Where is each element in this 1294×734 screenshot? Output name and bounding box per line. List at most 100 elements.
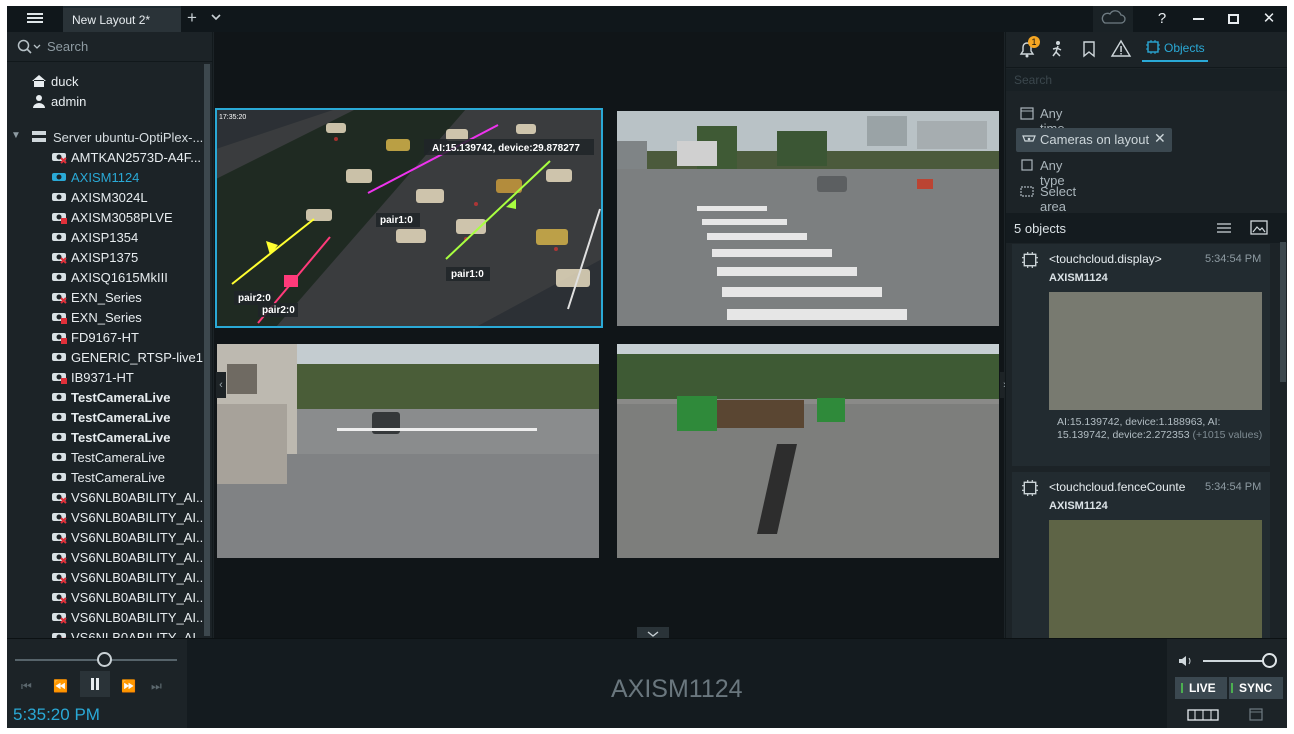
step-forward-icon[interactable]: ⏩ <box>121 679 136 693</box>
tree-camera-label: TestCameraLive <box>71 430 171 445</box>
live-button[interactable]: LIVE <box>1175 677 1227 699</box>
tree-server[interactable]: ▼ Server ubuntu-OptiPlex-... <box>11 128 205 148</box>
camera-tile-4[interactable] <box>617 344 999 558</box>
step-back-icon[interactable]: ⏪ <box>53 679 68 693</box>
layout-tab[interactable]: New Layout 2* <box>63 6 181 32</box>
tree-camera-label: AXISM3024L <box>71 190 148 205</box>
camera-icon <box>52 453 66 461</box>
skip-end-icon[interactable]: ⏭ <box>151 679 162 694</box>
tree-camera[interactable]: VS6NLB0ABILITY_AI... <box>51 588 205 608</box>
tree-user[interactable]: duck <box>31 72 205 92</box>
sync-button[interactable]: SYNC <box>1229 677 1283 699</box>
list-view-icon[interactable] <box>1216 221 1232 235</box>
notifications-icon[interactable]: 1 <box>1016 36 1040 60</box>
tabs-list-icon[interactable] <box>210 10 222 26</box>
resource-tree-panel: Search duck admin ▼ Server ubuntu-OptiPlex-… <box>7 32 213 645</box>
camera-icon <box>52 613 67 624</box>
cloud-icon[interactable] <box>1093 6 1133 32</box>
tree-camera[interactable]: GENERIC_RTSP-live1... <box>51 348 205 368</box>
tree-camera[interactable]: VS6NLB0ABILITY_AI... <box>51 548 205 568</box>
help-button[interactable]: ? <box>1147 8 1177 30</box>
overlay-label-1: pair1:0 <box>380 215 413 226</box>
playback-bar: ⏮ ⏪ ⏩ ⏭ 5:35:20 PM AXISM1124 LIVE SYNC <box>7 638 1287 728</box>
tree-camera-label: AMTKAN2573D-A4F... <box>71 150 202 165</box>
expand-arrow-icon[interactable]: ▼ <box>11 130 21 141</box>
tree-camera-label: VS6NLB0ABILITY_AI... <box>71 590 205 605</box>
search-icon[interactable] <box>17 39 43 55</box>
object-card[interactable]: <touchcloud.display> 5:34:54 PM AXISM112… <box>1012 244 1270 466</box>
bookmark-icon[interactable] <box>1078 38 1100 60</box>
tab-objects[interactable]: Objects <box>1142 36 1208 62</box>
filter-cameras-label: Cameras on layout <box>1040 132 1150 147</box>
tree-camera[interactable]: VS6NLB0ABILITY_AI... <box>51 508 205 528</box>
tree-camera[interactable]: IB9371-HT <box>51 368 205 388</box>
tree-user[interactable]: admin <box>31 92 205 112</box>
search-row: Search <box>7 32 213 62</box>
tree-camera[interactable]: FD9167-HT <box>51 328 205 348</box>
tree-camera[interactable]: VS6NLB0ABILITY_AI... <box>51 568 205 588</box>
camera-tile-axism1124[interactable]: 17:35:20 AI:15.139742, device:29.878277 … <box>215 108 603 328</box>
timeline-slider[interactable] <box>15 659 177 661</box>
volume-slider[interactable] <box>1203 660 1269 662</box>
tree-camera[interactable]: AXISP1375 <box>51 248 205 268</box>
tree-camera[interactable]: EXN_Series <box>51 308 205 328</box>
tree-camera[interactable]: AXISM1124 <box>51 168 205 188</box>
timeline-area[interactable]: AXISM1124 <box>187 639 1167 728</box>
object-icon <box>1022 252 1038 268</box>
tree-camera[interactable]: TestCameraLive <box>51 428 205 448</box>
tree-camera[interactable]: VS6NLB0ABILITY_AI... <box>51 488 205 508</box>
main-menu-icon[interactable] <box>21 11 49 27</box>
timeline-slider-handle[interactable] <box>97 652 113 667</box>
volume-slider-handle[interactable] <box>1262 653 1278 668</box>
overlay-info: AI:15.139742, device:29.878277 <box>432 143 580 154</box>
tree-scrollbar[interactable] <box>204 64 210 636</box>
warning-icon[interactable] <box>1110 38 1132 60</box>
camera-icon <box>52 293 67 304</box>
collapse-bottom-arrow[interactable] <box>637 627 669 638</box>
motion-icon[interactable] <box>1046 38 1068 60</box>
camera-feed-trucks <box>617 344 999 558</box>
tree-camera[interactable]: AXISM3058PLVE <box>51 208 205 228</box>
clear-filter-icon[interactable]: ✕ <box>1154 130 1166 147</box>
tree-camera[interactable]: VS6NLB0ABILITY_AI... <box>51 528 205 548</box>
object-card[interactable]: <touchcloud.fenceCounte 5:34:54 PM AXISM… <box>1012 472 1270 638</box>
camera-tile-2[interactable] <box>617 111 999 326</box>
search-input[interactable]: Search <box>47 39 88 54</box>
tree-user-label: duck <box>51 74 79 89</box>
user-icon <box>33 95 45 108</box>
tree-camera-label: AXISP1375 <box>71 250 139 265</box>
image-view-icon[interactable] <box>1250 220 1268 236</box>
tree-camera[interactable]: TestCameraLive <box>51 388 205 408</box>
tree-camera-label: AXISQ1615MkIII <box>71 270 168 285</box>
objects-scrollbar[interactable] <box>1280 242 1286 382</box>
tree-camera[interactable]: TestCameraLive <box>51 408 205 428</box>
skip-start-icon[interactable]: ⏮ <box>21 679 32 694</box>
calendar-icon <box>1020 107 1034 120</box>
calendar-icon[interactable] <box>1249 706 1263 722</box>
maximize-button[interactable] <box>1218 8 1248 30</box>
pause-button[interactable] <box>80 671 110 697</box>
tree-camera[interactable]: AMTKAN2573D-A4F... <box>51 148 205 168</box>
objects-search[interactable]: Search <box>1006 69 1287 91</box>
tree-camera[interactable]: TestCameraLive <box>51 468 205 488</box>
tree-camera[interactable]: EXN_Series <box>51 288 205 308</box>
tree-camera[interactable]: AXISQ1615MkIII <box>51 268 205 288</box>
tree-camera[interactable]: AXISM3024L <box>51 188 205 208</box>
timeline-zoom-icon[interactable] <box>1187 709 1219 721</box>
volume-icon[interactable] <box>1177 653 1195 669</box>
tree-camera[interactable]: VS6NLB0ABILITY_AI... <box>51 608 205 628</box>
tree-camera[interactable]: AXISP1354 <box>51 228 205 248</box>
objects-search-input[interactable]: Search <box>1014 73 1052 87</box>
camera-feed-traffic-night: 17:35:20 AI:15.139742, device:29.878277 … <box>216 109 602 327</box>
close-button[interactable]: ✕ <box>1254 8 1284 30</box>
tree-camera-label: TestCameraLive <box>71 470 165 485</box>
collapse-left-arrow[interactable]: ‹ <box>216 372 226 398</box>
object-card-more: (+1015 values) <box>1192 429 1263 441</box>
camera-tile-3[interactable] <box>217 344 599 558</box>
filter-cameras[interactable]: Cameras on layout ✕ <box>1016 128 1172 152</box>
tree-camera[interactable]: TestCameraLive <box>51 448 205 468</box>
minimize-button[interactable] <box>1183 8 1213 30</box>
add-tab-icon[interactable]: + <box>187 8 197 28</box>
camera-icon <box>52 433 66 441</box>
camera-icon <box>52 473 66 481</box>
